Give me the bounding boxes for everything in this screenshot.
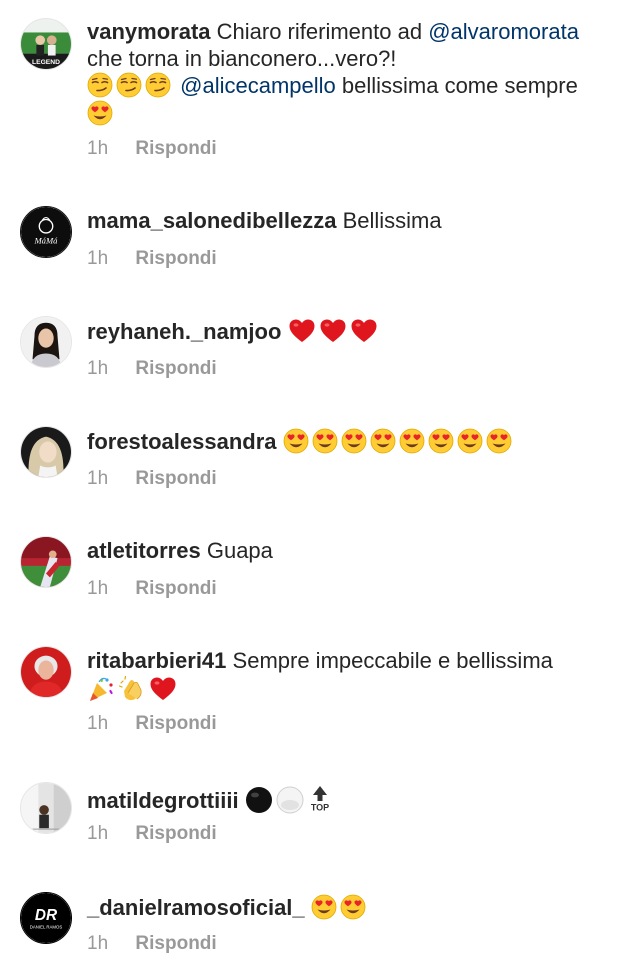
avatar[interactable]: LEGEND (20, 18, 72, 70)
comment-text: _danielramosoficial_ (87, 894, 602, 922)
avatar-subtext: DANIEL RAMOS (30, 925, 63, 930)
comment-body: Chiaro riferimento ad (216, 19, 423, 44)
username[interactable]: matildegrottiiii (87, 788, 239, 813)
comment-meta: 1h Rispondi (87, 138, 217, 160)
avatar[interactable] (20, 646, 72, 698)
comment-body: Guapa (206, 538, 273, 563)
top-label: TOP (311, 803, 329, 813)
heart-eyes-face-icon (457, 428, 483, 454)
comment-text: ritabarbieri41 Sempre impeccabile e bell… (87, 648, 602, 703)
heart-eyes-face-icon (311, 894, 337, 920)
comment-text: matildegrottiiii TOP (87, 784, 602, 815)
comment-text: forestoalessandra (87, 428, 602, 456)
comment-text: reyhaneh._namjoo (87, 318, 602, 346)
avatar-text: DR (35, 907, 57, 924)
username[interactable]: _danielramosoficial_ (87, 895, 305, 920)
comment-text: mama_salonedibellezza Bellissima (87, 208, 602, 235)
avatar[interactable] (20, 316, 72, 368)
mention-link[interactable]: @alvaromorata (428, 19, 579, 44)
username[interactable]: atletitorres (87, 538, 201, 563)
comment-meta: 1h Rispondi (87, 823, 217, 845)
heart-eyes-face-icon (283, 428, 309, 454)
avatar[interactable] (20, 536, 72, 588)
top-arrow-icon: TOP (311, 786, 329, 813)
clapping-hands-icon (118, 675, 142, 700)
avatar[interactable]: MáMá (20, 206, 72, 258)
party-popper-icon (90, 677, 113, 701)
timestamp: 1h (87, 248, 109, 269)
heart-eyes-face-icon (312, 428, 338, 454)
red-heart-icon (288, 318, 316, 344)
timestamp: 1h (87, 933, 109, 954)
timestamp: 1h (87, 578, 109, 599)
username[interactable]: ritabarbieri41 (87, 648, 226, 673)
timestamp: 1h (87, 823, 109, 844)
heart-eyes-face-icon (340, 894, 366, 920)
reply-button[interactable]: Rispondi (135, 578, 216, 599)
avatar[interactable]: DR DANIEL RAMOS (20, 892, 72, 944)
heart-eyes-face-icon (428, 428, 454, 454)
reply-button[interactable]: Rispondi (135, 358, 216, 379)
heart-eyes-face-icon (399, 428, 425, 454)
heart-eyes-face-icon (87, 100, 113, 126)
reply-button[interactable]: Rispondi (135, 713, 216, 734)
mention-link[interactable]: @alicecampello (180, 73, 336, 98)
timestamp: 1h (87, 358, 109, 379)
red-heart-icon (319, 318, 347, 344)
timestamp: 1h (87, 468, 109, 489)
comment-body: Bellissima (342, 208, 442, 233)
username[interactable]: vanymorata (87, 19, 211, 44)
comment-meta: 1h Rispondi (87, 248, 217, 270)
red-heart-icon (350, 318, 378, 344)
avatar-text: LEGEND (32, 59, 60, 66)
comment-meta: 1h Rispondi (87, 468, 217, 490)
heart-eyes-face-icon (370, 428, 396, 454)
reply-button[interactable]: Rispondi (135, 468, 216, 489)
white-circle-icon (276, 786, 304, 814)
comment-meta: 1h Rispondi (87, 578, 217, 600)
black-circle-icon (245, 787, 272, 813)
avatar[interactable] (20, 782, 72, 834)
comment-meta: 1h Rispondi (87, 933, 217, 955)
timestamp: 1h (87, 138, 109, 159)
comment-meta: 1h Rispondi (87, 713, 217, 735)
username[interactable]: reyhaneh._namjoo (87, 319, 281, 344)
smirking-face-icon (145, 72, 171, 98)
reply-button[interactable]: Rispondi (135, 823, 216, 844)
reply-button[interactable]: Rispondi (135, 248, 216, 269)
smirking-face-icon (116, 72, 142, 98)
heart-eyes-face-icon (486, 428, 512, 454)
comment-body: bellissima come sempre (341, 73, 578, 98)
comment-body: che torna in bianconero...vero?! (87, 45, 397, 71)
comment-meta: 1h Rispondi (87, 358, 217, 380)
smirking-face-icon (87, 72, 113, 98)
username[interactable]: mama_salonedibellezza (87, 208, 336, 233)
timestamp: 1h (87, 713, 109, 734)
comment-body: Sempre impeccabile e bellissima (232, 648, 553, 673)
avatar-text: MáMá (33, 236, 58, 246)
reply-button[interactable]: Rispondi (135, 138, 216, 159)
red-heart-icon (149, 676, 177, 702)
heart-eyes-face-icon (341, 428, 367, 454)
reply-button[interactable]: Rispondi (135, 933, 216, 954)
comment-text: atletitorres Guapa (87, 538, 602, 565)
avatar[interactable] (20, 426, 72, 478)
username[interactable]: forestoalessandra (87, 429, 277, 454)
comment-text: vanymorata Chiaro riferimento ad @alvaro… (87, 19, 602, 127)
